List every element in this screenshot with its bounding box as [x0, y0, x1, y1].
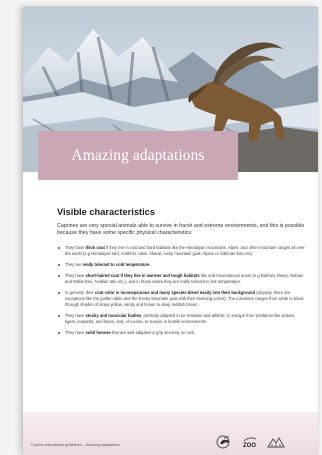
bold-text: really tolerant to cold temperature. [82, 261, 151, 267]
document-page: Amazing adaptations Visible characterist… [23, 7, 318, 455]
list-item: They are really tolerant to cold tempera… [57, 262, 307, 268]
text-run: They have [65, 272, 86, 278]
list-item: They have solid hooves that are well ada… [57, 330, 307, 336]
text-run: In general, their [65, 289, 95, 295]
title-banner: Amazing adaptations [38, 131, 238, 180]
bold-text: thick coat [85, 244, 105, 250]
text-run: They are [65, 261, 83, 267]
page-footer: Caprine educational guidelines – Amazing… [23, 412, 318, 455]
intro-paragraph: Caprines are very special animals able t… [57, 223, 305, 237]
characteristics-list: They have thick coat if they live in col… [57, 245, 307, 336]
main-content: Visible characteristics Caprines are ver… [57, 207, 307, 341]
text-run: They have [65, 244, 86, 250]
logo-zoo-icon: ZOO [241, 435, 261, 454]
section-title: Visible characteristics [57, 207, 156, 217]
bold-text: solid hooves [85, 329, 111, 335]
text-run: They have [65, 312, 86, 318]
logo-mountains-icon [267, 435, 285, 454]
logo-goat-icon [216, 435, 234, 454]
bold-text: short-haired coat if they live in warmer… [85, 272, 200, 278]
list-item: They have thick coat if they live in col… [57, 245, 307, 257]
bold-text: coat color is inconspicuous and many spe… [94, 289, 256, 295]
list-item: In general, their coat color is inconspi… [57, 290, 307, 308]
logo-zoo-text: ZOO [243, 443, 256, 449]
page-title: Amazing adaptations [71, 146, 205, 164]
bold-text: stocky and muscular bodies [85, 312, 142, 318]
list-item: They have stocky and muscular bodies, pe… [57, 313, 307, 325]
text-run: that are well adapted to grip securely o… [110, 329, 196, 335]
footer-text: Caprine educational guidelines – Amazing… [31, 443, 120, 447]
text-run: They have [65, 329, 86, 335]
list-item: They have short-haired coat if they live… [57, 273, 307, 285]
